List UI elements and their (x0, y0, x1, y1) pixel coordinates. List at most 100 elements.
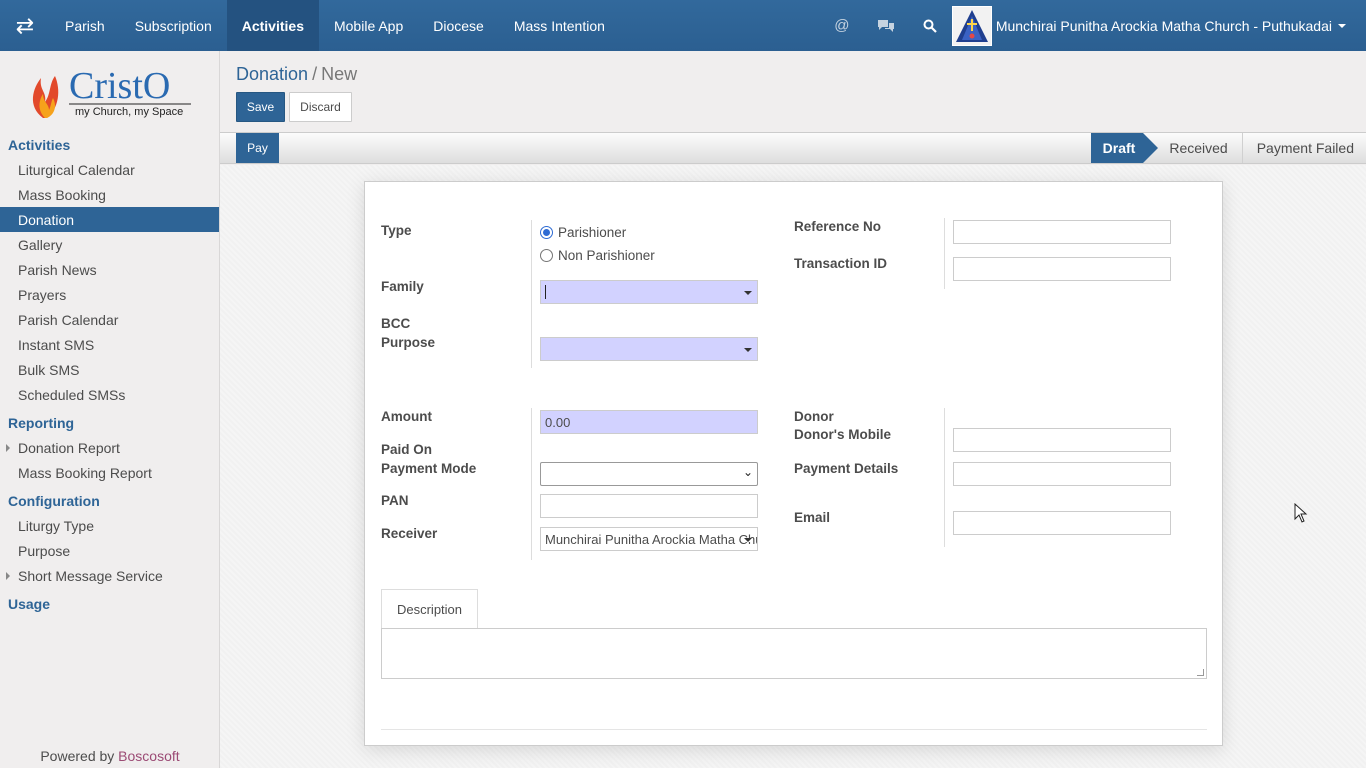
nav-parish[interactable]: Parish (50, 0, 120, 51)
stage-received[interactable]: Received (1143, 133, 1241, 163)
payment-mode-label: Payment Mode (381, 461, 477, 476)
pan-input[interactable] (540, 494, 758, 518)
payment-details-label: Payment Details (794, 461, 899, 476)
discard-button[interactable]: Discard (289, 92, 352, 122)
purpose-select[interactable] (540, 337, 758, 361)
resize-handle-icon[interactable] (1197, 669, 1204, 676)
church-name: Munchirai Punitha Arockia Matha Church -… (995, 17, 1332, 34)
breadcrumb-current: New (321, 64, 358, 84)
sidebar-item-instant-sms[interactable]: Instant SMS (0, 332, 219, 357)
at-icon[interactable]: @ (820, 0, 864, 51)
sidebar-item-mass-booking[interactable]: Mass Booking (0, 182, 219, 207)
breadcrumb-separator: / (312, 64, 318, 84)
status-bar: Pay Draft Received Payment Failed (220, 132, 1366, 164)
sidebar-item-purpose[interactable]: Purpose (0, 538, 219, 563)
sidebar-item-parish-calendar[interactable]: Parish Calendar (0, 307, 219, 332)
receiver-select[interactable]: Munchirai Punitha Arockia Matha Church -… (540, 527, 758, 551)
sidebar-item-parish-news[interactable]: Parish News (0, 257, 219, 282)
bcc-label: BCC (381, 316, 411, 331)
pay-button[interactable]: Pay (236, 133, 279, 163)
amount-input[interactable]: 0.00 (540, 410, 758, 434)
stage-draft[interactable]: Draft (1090, 133, 1158, 163)
nav-subscription[interactable]: Subscription (120, 0, 227, 51)
topbar-right: @ Munchirai Punitha Arockia Matha Church… (820, 0, 1366, 51)
sidebar-section-usage[interactable]: Usage (0, 588, 219, 616)
transaction-id-label: Transaction ID (794, 256, 888, 271)
powered-by-label: Powered by (40, 748, 115, 764)
purpose-label: Purpose (381, 335, 436, 350)
powered-by: Powered by Boscosoft (0, 748, 220, 764)
breadcrumb: Donation / New (236, 64, 357, 85)
chevron-down-icon (744, 538, 752, 542)
sidebar-item-scheduled-smss[interactable]: Scheduled SMSs (0, 382, 219, 407)
family-label: Family (381, 279, 424, 294)
type-non-parishioner-radio[interactable]: Non Parishioner (540, 248, 655, 263)
caret-right-icon (6, 444, 10, 452)
chat-icon[interactable] (864, 0, 908, 51)
sidebar-item-label: Short Message Service (18, 567, 163, 584)
brand-name: CristO (69, 65, 170, 107)
church-logo (951, 5, 992, 46)
pan-label: PAN (381, 493, 409, 508)
church-switcher[interactable]: Munchirai Punitha Arockia Matha Church -… (951, 0, 1366, 51)
divider (381, 729, 1207, 730)
stage-payment-failed[interactable]: Payment Failed (1241, 133, 1366, 163)
radio-label: Parishioner (558, 225, 627, 240)
sidebar-item-liturgical-calendar[interactable]: Liturgical Calendar (0, 157, 219, 182)
nav-diocese[interactable]: Diocese (418, 0, 499, 51)
payment-mode-select[interactable]: ⌄ (540, 462, 758, 486)
chevron-down-icon (1338, 23, 1346, 28)
sidebar-item-bulk-sms[interactable]: Bulk SMS (0, 357, 219, 382)
reference-no-input[interactable] (953, 220, 1171, 244)
main-content: Donation / New Save Discard Pay Draft Rece… (220, 51, 1366, 768)
search-icon[interactable] (908, 0, 952, 51)
donor-label: Donor (794, 409, 834, 424)
powered-by-brand[interactable]: Boscosoft (118, 748, 179, 764)
sidebar-item-mass-booking-report[interactable]: Mass Booking Report (0, 460, 219, 485)
sidebar-section-reporting: Reporting (8, 415, 75, 431)
reference-no-label: Reference No (794, 219, 882, 234)
email-label: Email (794, 510, 831, 525)
nav-mass-intention[interactable]: Mass Intention (499, 0, 620, 51)
sidebar-section-configuration: Configuration (8, 493, 100, 509)
donors-mobile-label: Donor's Mobile (794, 427, 891, 442)
payment-details-input[interactable] (953, 462, 1171, 486)
sidebar-item-short-message-service[interactable]: Short Message Service (0, 563, 219, 588)
radio-checked-icon (540, 226, 553, 239)
sidebar-section-activities: Activities (8, 137, 71, 153)
save-button[interactable]: Save (236, 92, 285, 122)
top-navbar: ⇄ Parish Subscription Activities Mobile … (0, 0, 1366, 51)
receiver-value: Munchirai Punitha Arockia Matha Church -… (545, 531, 757, 547)
chevron-down-icon (744, 348, 752, 352)
email-input[interactable] (953, 511, 1171, 535)
radio-label: Non Parishioner (558, 248, 655, 263)
transaction-id-input[interactable] (953, 257, 1171, 281)
nav-activities[interactable]: Activities (226, 0, 319, 51)
sidebar-item-prayers[interactable]: Prayers (0, 282, 219, 307)
breadcrumb-donation[interactable]: Donation (236, 64, 308, 84)
cristo-logo: CristO my Church, my Space (0, 51, 219, 129)
receiver-label: Receiver (381, 526, 438, 541)
sidebar-item-liturgy-type[interactable]: Liturgy Type (0, 513, 219, 538)
donors-mobile-input[interactable] (953, 428, 1171, 452)
radio-unchecked-icon (540, 249, 553, 262)
app-switch-icon[interactable]: ⇄ (0, 0, 50, 51)
paid-on-label: Paid On (381, 442, 433, 457)
divider (944, 218, 945, 289)
brand-tagline: my Church, my Space (75, 106, 183, 118)
sidebar-item-gallery[interactable]: Gallery (0, 232, 219, 257)
type-parishioner-radio[interactable]: Parishioner (540, 225, 626, 240)
sidebar: CristO my Church, my Space Activities Li… (0, 51, 220, 768)
chevron-down-icon (744, 291, 752, 295)
chevron-down-icon: ⌄ (742, 465, 753, 479)
sidebar-item-donation[interactable]: Donation (0, 207, 219, 232)
sidebar-item-donation-report[interactable]: Donation Report (0, 435, 219, 460)
divider (531, 408, 532, 560)
top-nav-menu: Parish Subscription Activities Mobile Ap… (50, 0, 620, 51)
tab-description[interactable]: Description (381, 589, 478, 629)
caret-right-icon (6, 572, 10, 580)
description-textarea[interactable] (381, 628, 1207, 679)
family-select[interactable] (540, 280, 758, 304)
donation-form-sheet: Type Parishioner Non Parishioner Family … (364, 181, 1223, 746)
nav-mobile-app[interactable]: Mobile App (319, 0, 418, 51)
